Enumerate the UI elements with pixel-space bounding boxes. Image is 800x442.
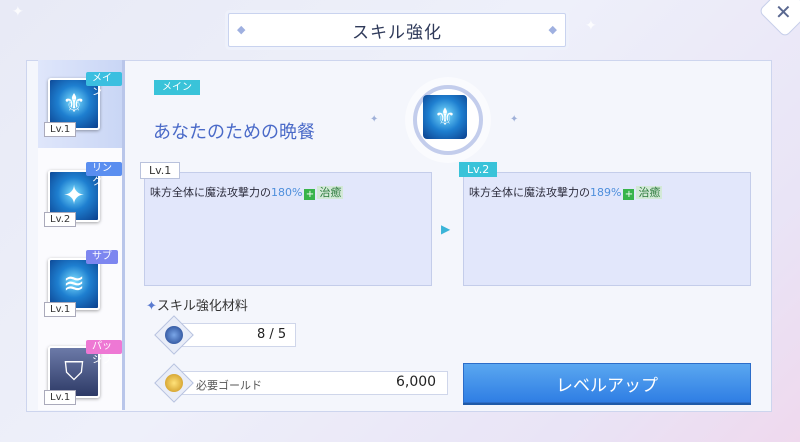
current-level-label: Lv.1 — [140, 162, 181, 179]
level-badge: Lv.1 — [44, 390, 77, 405]
current-level-description: 味方全体に魔法攻撃力の180% + 治癒 — [150, 184, 344, 200]
level-badge: Lv.2 — [44, 212, 77, 227]
heal-plus-icon: + — [623, 189, 635, 200]
title-bar: ◆ スキル強化 ◆ — [228, 13, 566, 47]
skill-type-tag: メイン — [154, 80, 200, 95]
page-title: スキル強化 — [352, 22, 442, 43]
level-badge: Lv.1 — [44, 302, 77, 317]
effect-label: 治癒 — [636, 186, 663, 199]
skill-type-tag: パッシブ — [86, 340, 122, 366]
sidebar-item-sub[interactable]: ≋ サブ Lv.1 — [38, 242, 122, 330]
gold-coin-icon — [165, 374, 183, 392]
heal-plus-icon: + — [304, 189, 316, 200]
next-level-label: Lv.2 — [459, 162, 498, 177]
material-quantity: 8 / 5 — [257, 327, 287, 342]
sidebar-item-main[interactable]: ⚜ メイン Lv.1 — [38, 60, 122, 148]
sidebar-item-link[interactable]: ✦ リンク Lv.2 — [38, 152, 122, 240]
level-badge: Lv.1 — [44, 122, 77, 137]
sidebar-item-passive[interactable]: ⛉ パッシブ Lv.1 — [38, 332, 122, 420]
gold-label: 必要ゴールド — [196, 379, 262, 392]
gold-value: 6,000 — [396, 374, 437, 390]
next-level-description: 味方全体に魔法攻撃力の189% + 治癒 — [469, 184, 663, 200]
materials-title: ✦スキル強化材料 — [146, 295, 248, 314]
description-text: 味方全体に魔法攻撃力の — [150, 186, 271, 199]
decorative-star-icon: ✦ — [585, 18, 597, 34]
materials-title-text: スキル強化材料 — [156, 299, 248, 314]
skill-type-tag: リンク — [86, 162, 122, 188]
arrow-right-icon: ▶ — [441, 222, 451, 236]
skill-sidebar: ⚜ メイン Lv.1 ✦ リンク Lv.2 ≋ サブ Lv.1 ⛉ パッシブ L… — [38, 60, 125, 410]
skill-crystal-icon — [165, 326, 183, 344]
skill-type-tag: メイン — [86, 72, 122, 98]
percent-value: 189% — [590, 186, 622, 199]
effect-label: 治癒 — [317, 186, 344, 199]
close-icon[interactable]: ✕ — [775, 0, 792, 24]
skill-type-tag: サブ — [86, 250, 118, 264]
fleur-staff-icon: ⚜ — [423, 95, 467, 139]
percent-value: 180% — [271, 186, 303, 199]
level-up-button[interactable]: レベルアップ — [463, 363, 751, 403]
description-text: 味方全体に魔法攻撃力の — [469, 186, 590, 199]
diamond-icon: ◆ — [548, 23, 557, 36]
diamond-icon: ◆ — [237, 23, 246, 36]
sparkle-icon: ✦ — [510, 114, 519, 125]
sparkle-icon: ✦ — [146, 299, 157, 314]
decorative-star-icon: ✦ — [12, 4, 24, 20]
skill-name: あなたのための晩餐 — [153, 122, 315, 143]
sparkle-icon: ✦ — [370, 114, 379, 125]
